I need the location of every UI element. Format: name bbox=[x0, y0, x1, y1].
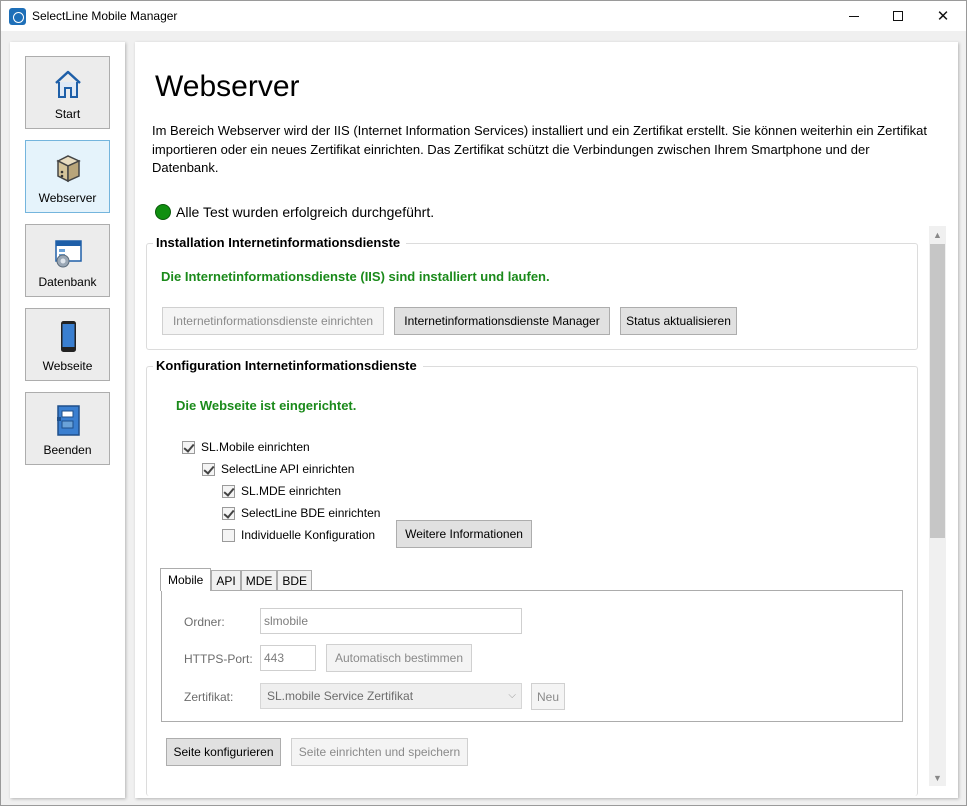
close-button[interactable]: ✕ bbox=[920, 1, 966, 31]
sidebar-item-datenbank[interactable]: Datenbank bbox=[25, 224, 110, 297]
scrollbar-thumb[interactable] bbox=[930, 244, 945, 538]
checkbox-label: SelectLine API einrichten bbox=[221, 462, 355, 476]
checkbox-label: SL.Mobile einrichten bbox=[201, 440, 310, 454]
app-window: SelectLine Mobile Manager ✕ Start Webser… bbox=[0, 0, 967, 806]
checkbox-selectline-api[interactable]: SelectLine API einrichten bbox=[202, 462, 354, 476]
title-bar: SelectLine Mobile Manager ✕ bbox=[1, 1, 966, 31]
installation-group-title: Installation Internetinformationsdienste bbox=[153, 235, 407, 250]
checkbox-box[interactable] bbox=[182, 440, 195, 454]
intro-text: Im Bereich Webserver wird der IIS (Inter… bbox=[152, 123, 928, 175]
scroll-down-icon[interactable]: ▼ bbox=[929, 769, 946, 786]
checkbox-box[interactable] bbox=[222, 484, 235, 498]
server-box-icon bbox=[56, 155, 81, 183]
main-content: Webserver Im Bereich Webserver wird der … bbox=[135, 42, 958, 798]
maximize-button[interactable] bbox=[875, 1, 921, 31]
configuration-status-message: Die Webseite ist eingerichtet. bbox=[176, 398, 357, 413]
page-title: Webserver bbox=[155, 70, 300, 103]
setup-save-site-button[interactable]: Seite einrichten und speichern bbox=[291, 738, 468, 766]
https-port-input[interactable]: 443 bbox=[260, 645, 316, 671]
maximize-icon bbox=[893, 11, 903, 21]
folder-label: Ordner: bbox=[184, 615, 225, 629]
window-title: SelectLine Mobile Manager bbox=[32, 9, 178, 23]
iis-manager-button[interactable]: Internetinformationsdienste Manager bbox=[394, 307, 610, 335]
https-port-label: HTTPS-Port: bbox=[184, 652, 253, 666]
checkbox-box[interactable] bbox=[222, 506, 235, 520]
installation-group: Installation Internetinformationsdienste… bbox=[146, 235, 918, 350]
certificate-label: Zertifikat: bbox=[184, 690, 234, 704]
test-status: Alle Test wurden erfolgreich durchgeführ… bbox=[155, 204, 434, 220]
database-window-icon bbox=[55, 240, 82, 268]
folder-input[interactable]: slmobile bbox=[260, 608, 522, 634]
configure-site-button[interactable]: Seite konfigurieren bbox=[166, 738, 281, 766]
sidebar-item-webseite[interactable]: Webseite bbox=[25, 308, 110, 381]
tab-mobile[interactable]: Mobile bbox=[160, 568, 212, 591]
app-logo-icon bbox=[9, 8, 26, 25]
sidebar-item-beenden[interactable]: Beenden bbox=[25, 392, 110, 465]
checkbox-individual-config[interactable]: Individuelle Konfiguration bbox=[222, 528, 375, 542]
home-icon bbox=[55, 70, 81, 98]
tab-panel-mobile: Ordner: slmobile HTTPS-Port: 443 Automat… bbox=[161, 590, 903, 722]
sidebar: Start Webserver Datenbank Webseite Beend… bbox=[10, 42, 125, 798]
tab-api[interactable]: API bbox=[211, 570, 241, 591]
installation-status-message: Die Internetinformationsdienste (IIS) si… bbox=[161, 269, 550, 284]
config-tabs: Mobile API MDE BDE bbox=[160, 568, 313, 591]
smartphone-icon bbox=[61, 321, 76, 352]
chevron-down-icon: ⌵ bbox=[508, 690, 516, 701]
checkbox-label: Individuelle Konfiguration bbox=[241, 528, 376, 542]
checkbox-box[interactable] bbox=[202, 462, 215, 476]
exit-door-icon bbox=[57, 405, 80, 436]
auto-detect-port-button[interactable]: Automatisch bestimmen bbox=[326, 644, 472, 672]
checkbox-slmde[interactable]: SL.MDE einrichten bbox=[222, 484, 341, 498]
checkbox-label: SL.MDE einrichten bbox=[241, 484, 342, 498]
sidebar-item-label: Start bbox=[54, 107, 81, 121]
sidebar-item-label: Webserver bbox=[38, 191, 97, 205]
more-info-button[interactable]: Weitere Informationen bbox=[396, 520, 532, 548]
status-text: Alle Test wurden erfolgreich durchgeführ… bbox=[176, 204, 435, 220]
minimize-icon bbox=[849, 15, 859, 17]
sidebar-item-label: Datenbank bbox=[38, 275, 97, 289]
certificate-select[interactable]: SL.mobile Service Zertifikat ⌵ bbox=[260, 683, 522, 709]
minimize-button[interactable] bbox=[831, 1, 877, 31]
checkbox-label: SelectLine BDE einrichten bbox=[241, 506, 381, 520]
status-ok-icon bbox=[155, 204, 171, 220]
setup-iis-button[interactable]: Internetinformationsdienste einrichten bbox=[162, 307, 384, 335]
sidebar-item-webserver[interactable]: Webserver bbox=[25, 140, 110, 213]
tab-bde[interactable]: BDE bbox=[277, 570, 313, 591]
refresh-status-button[interactable]: Status aktualisieren bbox=[620, 307, 737, 335]
checkbox-box[interactable] bbox=[222, 528, 235, 542]
scroll-area[interactable]: Installation Internetinformationsdienste… bbox=[135, 226, 946, 796]
tab-mde[interactable]: MDE bbox=[240, 570, 278, 591]
certificate-select-value: SL.mobile Service Zertifikat bbox=[267, 689, 414, 703]
vertical-scrollbar[interactable]: ▲ ▼ bbox=[929, 226, 946, 786]
sidebar-item-label: Webseite bbox=[42, 359, 93, 373]
configuration-group-title: Konfiguration Internetinformationsdienst… bbox=[153, 358, 423, 373]
scroll-up-icon[interactable]: ▲ bbox=[929, 226, 946, 243]
close-icon: ✕ bbox=[936, 8, 950, 25]
checkbox-selectline-bde[interactable]: SelectLine BDE einrichten bbox=[222, 506, 380, 520]
new-certificate-button[interactable]: Neu bbox=[531, 683, 565, 710]
sidebar-item-start[interactable]: Start bbox=[25, 56, 110, 129]
checkbox-slmobile[interactable]: SL.Mobile einrichten bbox=[182, 440, 310, 454]
sidebar-item-label: Beenden bbox=[43, 443, 92, 457]
